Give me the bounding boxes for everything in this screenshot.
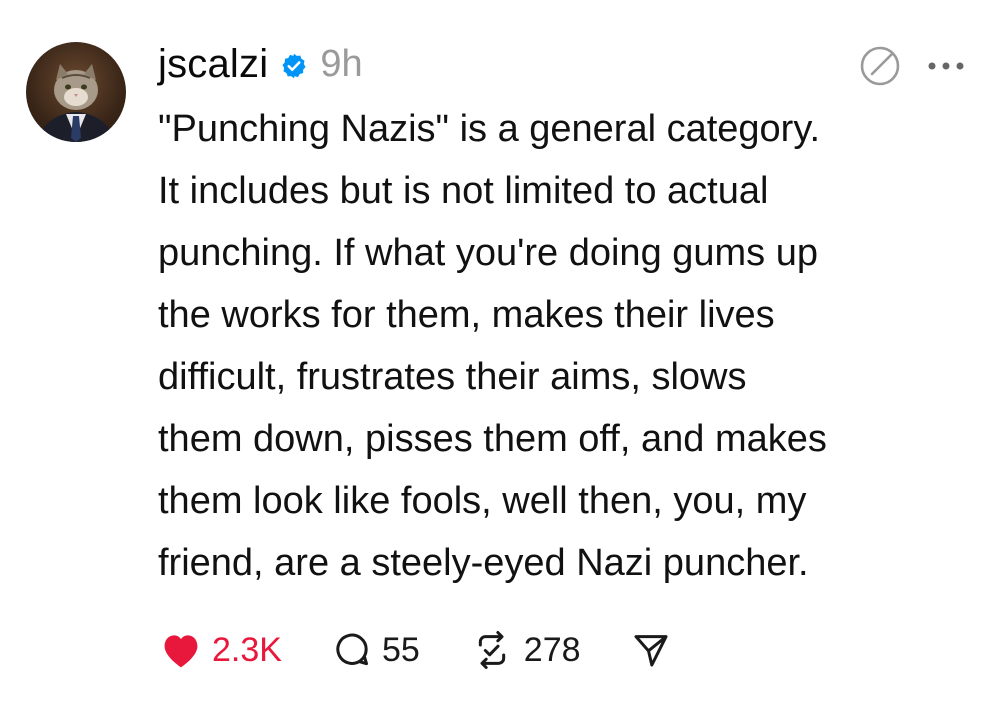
- share-button[interactable]: [631, 630, 671, 670]
- post-actions-bar: 2.3K 55 278: [160, 622, 721, 678]
- heart-icon: [160, 631, 202, 669]
- repost-button[interactable]: 278: [470, 630, 581, 670]
- verified-badge-icon: [280, 52, 308, 80]
- reply-count: 55: [381, 630, 420, 669]
- top-actions: [858, 44, 968, 88]
- like-button[interactable]: 2.3K: [160, 631, 282, 670]
- repost-count: 278: [523, 630, 581, 669]
- threads-post: jscalzi 9h "Punching Nazis" is a general…: [0, 0, 1000, 709]
- like-count: 2.3K: [212, 630, 282, 669]
- avatar[interactable]: [26, 42, 126, 142]
- send-icon: [631, 630, 671, 670]
- comment-bubble-icon: [332, 630, 372, 670]
- timestamp: 9h: [320, 42, 363, 85]
- username[interactable]: jscalzi: [158, 42, 268, 87]
- post-header: jscalzi 9h: [158, 36, 363, 92]
- post-body-text: "Punching Nazis" is a general category. …: [158, 108, 827, 584]
- cat-in-suit-avatar-image: [36, 64, 116, 142]
- repost-icon: [470, 630, 514, 670]
- threads-logo-icon[interactable]: [858, 44, 902, 88]
- reply-button[interactable]: 55: [332, 630, 420, 670]
- more-horizontal-icon[interactable]: [924, 44, 968, 88]
